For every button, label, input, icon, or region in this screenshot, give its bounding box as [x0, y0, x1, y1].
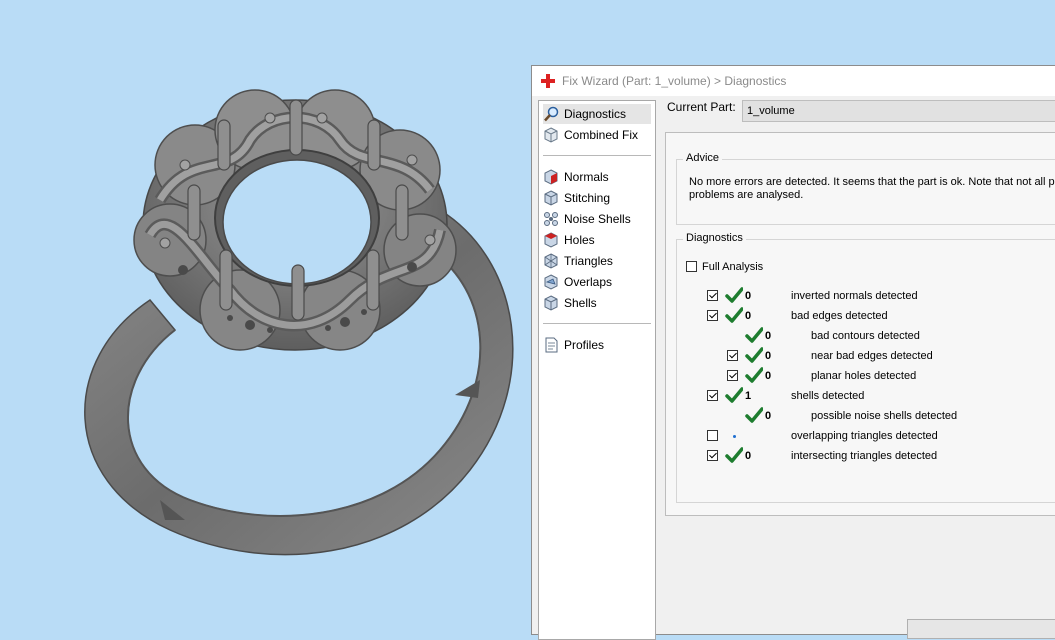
document-icon: [545, 337, 558, 353]
window-title: Fix Wizard (Part: 1_volume) > Diagnostic…: [562, 74, 787, 88]
planar-holes-label: planar holes detected: [811, 370, 917, 382]
overlaps-cube-icon: [544, 274, 558, 290]
ok-check-icon: [745, 407, 763, 423]
intersecting-triangles-label: intersecting triangles detected: [791, 450, 938, 462]
bad-edges-label: bad edges detected: [791, 310, 888, 322]
ok-check-icon: [725, 287, 743, 303]
diagnostics-title: Diagnostics: [683, 232, 746, 244]
overlapping-triangles-label: overlapping triangles detected: [791, 430, 938, 442]
fix-wizard-dialog: Fix Wizard (Part: 1_volume) > Diagnostic…: [531, 65, 1055, 640]
bad-edges-count: 0: [745, 310, 752, 322]
inverted-normals-checkbox[interactable]: [707, 290, 718, 301]
planar-holes-checkbox[interactable]: [727, 370, 738, 381]
inverted-normals-count: 0: [745, 290, 752, 302]
shells-checkbox[interactable]: [707, 390, 718, 401]
ok-check-icon: [725, 387, 743, 403]
red-cross-icon: [541, 74, 555, 88]
diagnostics-group: Diagnostics Full Analysis 0 inverted nor…: [676, 232, 1055, 503]
diagnostics-panel: Advice No more errors are detected. It s…: [665, 132, 1055, 516]
noise-shells-label: possible noise shells detected: [811, 410, 958, 422]
nav-item-normals[interactable]: Normals: [543, 167, 651, 187]
noise-shells-count: 0: [765, 410, 772, 422]
advice-title: Advice: [683, 152, 723, 164]
shells-cube-icon: [544, 295, 558, 311]
magnifier-icon: [544, 106, 559, 122]
normals-cube-icon: [544, 169, 558, 185]
bad-contours-count: 0: [765, 330, 772, 342]
ring-model: [84, 89, 514, 556]
nav-item-shells[interactable]: Shells: [543, 293, 651, 313]
nav-item-triangles[interactable]: Triangles: [543, 251, 651, 271]
nav-item-label: Noise Shells: [564, 212, 631, 226]
holes-cube-icon: [544, 232, 558, 248]
intersecting-triangles-count: 0: [745, 450, 752, 462]
triangles-cube-icon: [544, 253, 558, 269]
ok-check-icon: [725, 307, 743, 323]
ok-check-icon: [745, 327, 763, 343]
nav-item-label: Diagnostics: [564, 107, 627, 121]
stitching-cube-icon: [544, 190, 558, 206]
full-analysis-checkbox[interactable]: [686, 261, 697, 272]
nav-item-label: Profiles: [564, 338, 605, 352]
planar-holes-count: 0: [765, 370, 772, 382]
nav-item-overlaps[interactable]: Overlaps: [543, 272, 651, 292]
nav-item-diagnostics[interactable]: Diagnostics: [543, 104, 651, 124]
near-bad-edges-label: near bad edges detected: [811, 350, 933, 362]
full-analysis-label: Full Analysis: [702, 261, 764, 273]
current-part-field[interactable]: 1_volume: [742, 100, 1055, 122]
near-bad-edges-count: 0: [765, 350, 772, 362]
near-bad-edges-checkbox[interactable]: [727, 350, 738, 361]
ok-check-icon: [745, 367, 763, 383]
ok-check-icon: [745, 347, 763, 363]
nav-item-label: Shells: [564, 296, 597, 310]
bad-edges-checkbox[interactable]: [707, 310, 718, 321]
ok-check-icon: [725, 447, 743, 463]
noise-shells-icon: [544, 212, 558, 226]
nav-item-combined-fix[interactable]: Combined Fix: [543, 125, 651, 145]
nav-divider: [543, 323, 651, 324]
nav-item-noise-shells[interactable]: Noise Shells: [543, 209, 651, 229]
wizard-navigation: Diagnostics Combined Fix Normals Stitchi…: [538, 100, 656, 640]
nav-item-label: Overlaps: [564, 275, 613, 289]
bad-contours-label: bad contours detected: [811, 330, 920, 342]
nav-item-profiles[interactable]: Profiles: [543, 335, 651, 355]
current-part-label: Current Part:: [667, 100, 736, 114]
title-bar[interactable]: Fix Wizard (Part: 1_volume) > Diagnostic…: [532, 66, 1055, 96]
inverted-normals-label: inverted normals detected: [791, 290, 918, 302]
3d-viewport[interactable]: [0, 0, 535, 626]
nav-item-holes[interactable]: Holes: [543, 230, 651, 250]
advice-group: Advice No more errors are detected. It s…: [676, 152, 1055, 225]
nav-item-label: Normals: [564, 170, 609, 184]
shells-label: shells detected: [791, 390, 865, 402]
shells-count: 1: [745, 390, 752, 402]
nav-item-label: Combined Fix: [564, 128, 639, 142]
nav-item-label: Triangles: [564, 254, 613, 268]
pending-status-icon: [733, 435, 736, 438]
nav-item-label: Holes: [564, 233, 595, 247]
nav-item-stitching[interactable]: Stitching: [543, 188, 651, 208]
nav-divider: [543, 155, 651, 156]
cube-icon: [544, 127, 558, 143]
intersecting-triangles-checkbox[interactable]: [707, 450, 718, 461]
wizard-action-button[interactable]: [907, 619, 1055, 639]
advice-text: No more errors are detected. It seems th…: [689, 176, 1055, 201]
nav-item-label: Stitching: [564, 191, 611, 205]
overlapping-triangles-checkbox[interactable]: [707, 430, 718, 441]
